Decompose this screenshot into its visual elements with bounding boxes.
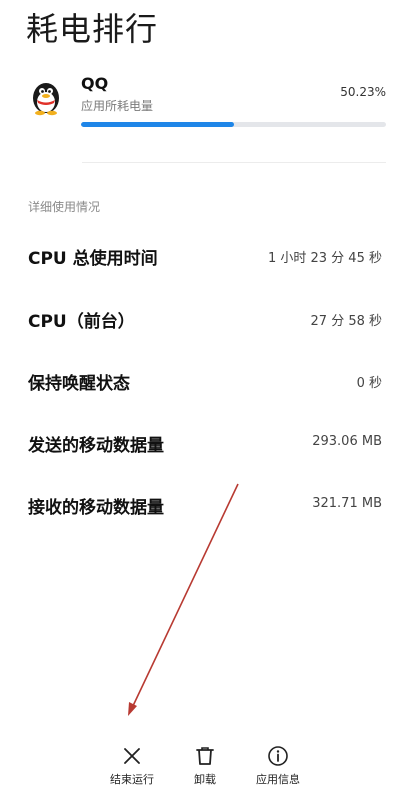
app-name: QQ (81, 74, 109, 93)
app-info-button-label: 应用信息 (256, 773, 300, 786)
qq-penguin-icon (26, 76, 66, 116)
uninstall-button-label: 卸载 (194, 773, 216, 786)
stat-row-cpu-total: CPU 总使用时间 1 小时 23 分 45 秒 (28, 244, 382, 270)
uninstall-button[interactable]: 卸载 (170, 740, 240, 790)
stat-row-keep-awake: 保持唤醒状态 0 秒 (28, 369, 382, 395)
usage-progress-bar (81, 122, 386, 127)
usage-progress-fill (81, 122, 235, 127)
section-title: 详细使用情况 (28, 200, 101, 214)
stat-value: 0 秒 (356, 376, 382, 391)
stat-label: CPU 总使用时间 (28, 249, 158, 269)
stat-value: 27 分 58 秒 (310, 314, 382, 329)
usage-percent: 50.23% (340, 85, 386, 99)
stat-value: 293.06 MB (312, 434, 382, 449)
stat-label: 发送的移动数据量 (28, 436, 164, 456)
stat-label: 保持唤醒状态 (28, 374, 130, 394)
stat-row-mobile-data-received: 接收的移动数据量 321.71 MB (28, 493, 382, 519)
stat-label: CPU（前台） (28, 312, 135, 332)
trash-icon (193, 744, 217, 768)
stat-value: 1 小时 23 分 45 秒 (267, 251, 382, 266)
stat-row-mobile-data-sent: 发送的移动数据量 293.06 MB (28, 431, 382, 457)
page-title: 耗电排行 (26, 10, 159, 48)
info-icon (266, 744, 290, 768)
stat-row-cpu-foreground: CPU（前台） 27 分 58 秒 (28, 307, 382, 333)
stop-button[interactable]: 结束运行 (97, 740, 167, 790)
app-info-button[interactable]: 应用信息 (243, 740, 313, 790)
stat-value: 321.71 MB (312, 496, 382, 511)
app-subtitle: 应用所耗电量 (81, 99, 154, 113)
bottom-action-bar: 结束运行 卸载 应用信息 (0, 740, 411, 792)
divider (82, 162, 386, 163)
stop-button-label: 结束运行 (110, 773, 154, 786)
stat-label: 接收的移动数据量 (28, 498, 164, 518)
close-icon (120, 744, 144, 768)
app-card-qq[interactable]: QQ 应用所耗电量 50.23% (26, 74, 386, 136)
